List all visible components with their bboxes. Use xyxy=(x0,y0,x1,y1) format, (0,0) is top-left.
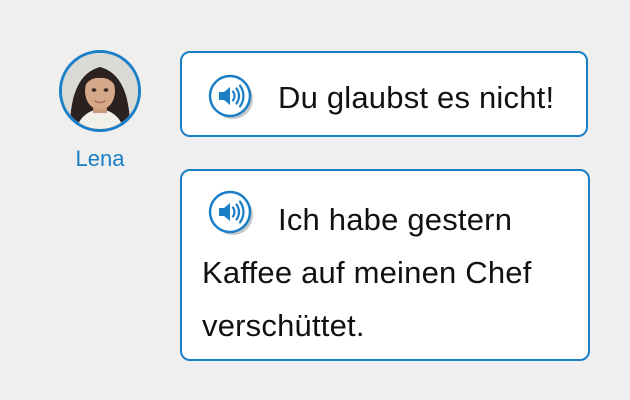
person-avatar-icon xyxy=(62,53,138,129)
message-bubble: Du glaubst es nicht! xyxy=(180,51,588,137)
play-audio-button[interactable] xyxy=(202,73,258,119)
speaker-name: Lena xyxy=(75,146,125,171)
message-text: Du glaubst es nicht! xyxy=(278,80,555,115)
message-bubble: Ich habe gestern Kaffee auf meinen Chef … xyxy=(180,169,590,361)
speaker-block: Lena xyxy=(55,50,145,172)
avatar xyxy=(59,50,141,132)
message-text: Ich habe gestern Kaffee auf meinen Chef … xyxy=(202,202,532,343)
speaker-audio-icon xyxy=(208,74,253,119)
